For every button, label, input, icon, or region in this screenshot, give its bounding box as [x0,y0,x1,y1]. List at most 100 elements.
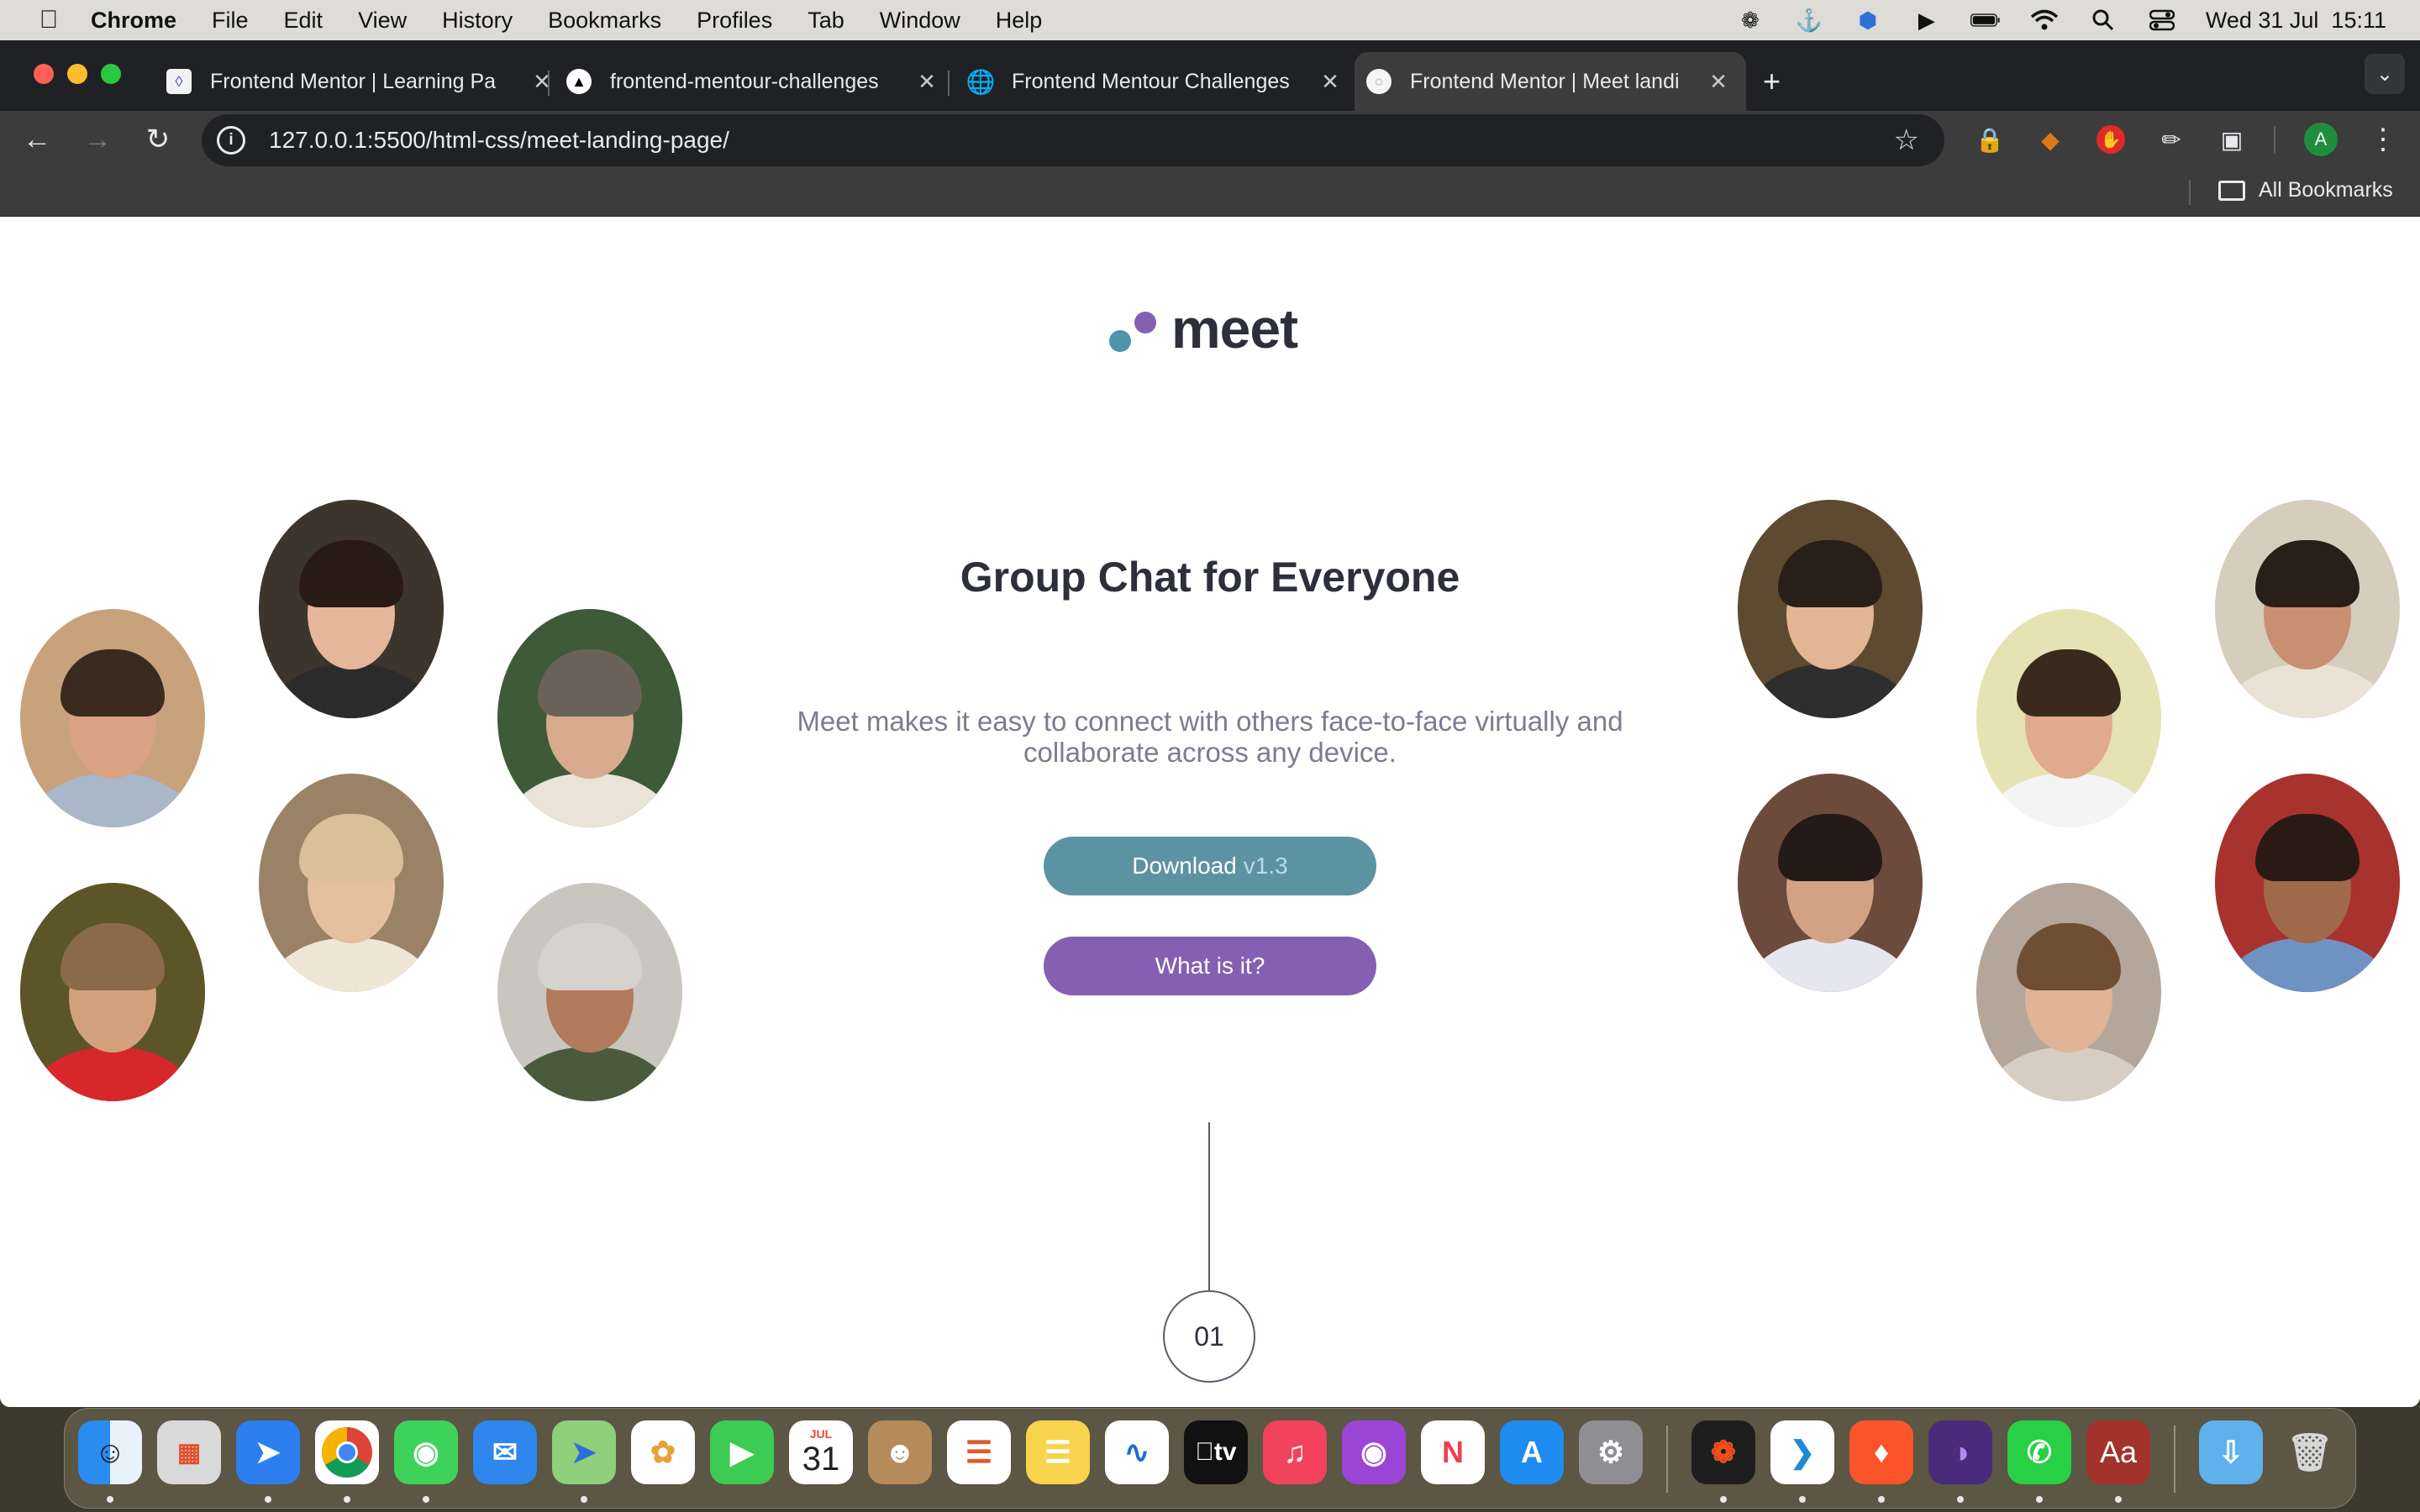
brave-icon[interactable]: ♦ [1849,1420,1913,1484]
adblock-extension-icon[interactable]: ✋ [2094,123,2128,156]
address-bar[interactable]: i 127.0.0.1:5500/html-css/meet-landing-p… [202,114,1944,166]
menu-help[interactable]: Help [996,8,1043,34]
trash-icon[interactable]: 🗑 [2278,1420,2342,1484]
downloads-folder-icon[interactable]: ⇩ [2199,1420,2263,1484]
vscode-icon[interactable]: ❯ [1770,1420,1834,1484]
facetime-icon[interactable]: ▶ [710,1420,774,1484]
close-window-button[interactable] [34,64,54,84]
apple-menu-icon[interactable]:  [32,6,66,34]
meet-logo[interactable]: meet [1107,297,1313,364]
tor-browser-icon[interactable]: ◑ [1928,1420,1992,1484]
reload-icon[interactable]: ↻ [139,121,176,158]
wifi-icon[interactable] [2029,8,2060,32]
messages-icon[interactable]: ◉ [394,1420,458,1484]
system-settings-icon[interactable]: ⚙ [1579,1420,1643,1484]
maps-icon[interactable]: ➤ [552,1420,616,1484]
close-tab-icon[interactable]: ✕ [1706,69,1731,95]
menu-edit[interactable]: Edit [284,8,324,34]
folder-icon [2218,180,2245,201]
running-indicator [1878,1496,1885,1503]
dictionary-icon[interactable]: Aa [2086,1420,2150,1484]
running-indicator [2036,1496,2043,1503]
reminders-icon[interactable]: ☰ [947,1420,1011,1484]
avatar-photo [2215,774,2400,992]
close-tab-icon[interactable]: ✕ [914,69,939,95]
menu-profiles[interactable]: Profiles [697,8,772,34]
app-store-icon[interactable]: A [1500,1420,1564,1484]
frontend-mentor-favicon: ◊ [166,69,192,94]
site-info-icon[interactable]: i [217,126,245,155]
logo-dot-purple [1134,312,1156,333]
frontend-mentor-favicon: ○ [1366,69,1392,94]
cube-status-icon[interactable]: ⬢ [1853,8,1883,33]
toolbar-separator [2274,126,2275,153]
eyedropper-extension-icon[interactable]: ✏ [2154,123,2188,156]
notes-icon[interactable]: ☰ [1026,1420,1090,1484]
close-tab-icon[interactable]: ✕ [529,69,555,95]
menu-history[interactable]: History [442,8,513,34]
finder-icon[interactable]: ☺ [78,1420,142,1484]
appletv-icon[interactable]: tv [1184,1420,1248,1484]
chrome-icon[interactable] [315,1420,379,1484]
search-icon[interactable] [2088,8,2118,32]
contacts-icon[interactable]: ☻ [868,1420,932,1484]
menu-bar:  Chrome File Edit View History Bookmark… [0,0,2420,40]
tab-frontend-mentor-learning[interactable]: ◊ Frontend Mentor | Learning Pa ✕ [166,52,555,111]
launchpad-icon[interactable]: ▦ [157,1420,221,1484]
podcasts-icon[interactable]: ◉ [1342,1420,1406,1484]
figma-status-icon[interactable]: ❁ [1735,8,1765,33]
photos-icon[interactable]: ✿ [631,1420,695,1484]
safari-icon[interactable]: ➤ [236,1420,300,1484]
tab-frontend-mentour-challenges[interactable]: 🌐 Frontend Mentour Challenges ✕ [965,52,1343,111]
avatar-photo [20,883,205,1101]
lock-extension-icon[interactable]: 🔒 [1973,123,2007,156]
whatsapp-icon[interactable]: ✆ [2007,1420,2071,1484]
tab-search-chevron-icon[interactable]: ⌄ [2365,54,2405,94]
battery-icon[interactable] [1970,8,2001,32]
tab-title: Frontend Mentor | Learning Pa [210,69,497,93]
back-arrow-icon[interactable]: ← [18,121,55,158]
running-indicator [1957,1496,1964,1503]
menu-bookmarks[interactable]: Bookmarks [548,8,661,34]
browser-toolbar: ← → ↻ i 127.0.0.1:5500/html-css/meet-lan… [0,111,2420,168]
dock-separator [1666,1425,1668,1493]
all-bookmarks-button[interactable]: All Bookmarks [2218,178,2393,202]
profile-avatar[interactable]: A [2304,123,2338,156]
menu-file[interactable]: File [212,8,249,34]
clock[interactable]: Wed 31 Jul 15:11 [2206,8,2386,34]
download-button[interactable]: Download v1.3 [1044,837,1376,895]
news-icon[interactable]: N [1421,1420,1485,1484]
running-indicator [423,1496,429,1503]
globe-favicon: 🌐 [965,68,996,95]
docker-status-icon[interactable]: ⚓ [1794,8,1824,33]
figma-icon[interactable]: ❁ [1691,1420,1755,1484]
running-indicator [581,1496,587,1503]
control-center-icon[interactable] [2147,8,2177,32]
minimize-window-button[interactable] [67,64,87,84]
url-text[interactable]: 127.0.0.1:5500/html-css/meet-landing-pag… [269,127,729,154]
tab-meet-landing[interactable]: ○ Frontend Mentor | Meet landi ✕ [1355,52,1746,111]
tab-frontend-mentour-challenges-repo[interactable]: ▲ frontend-mentour-challenges ✕ [566,52,939,111]
more-menu-icon[interactable]: ⋮ [2366,123,2400,156]
menu-app-chrome[interactable]: Chrome [91,8,176,34]
close-tab-icon[interactable]: ✕ [1318,69,1343,95]
tab-strip: ◊ Frontend Mentor | Learning Pa ✕ ▲ fron… [0,40,2420,111]
metamask-extension-icon[interactable]: ◆ [2033,123,2067,156]
calendar-icon[interactable]: JUL 31 [789,1420,853,1484]
bookmark-star-icon[interactable]: ☆ [1894,123,1919,157]
play-status-icon[interactable]: ▶ [1912,8,1942,33]
extensions-puzzle-icon[interactable]: ▣ [2215,123,2249,156]
menu-tab[interactable]: Tab [808,8,844,34]
forward-arrow-icon[interactable]: → [79,121,116,158]
what-is-it-label: What is it? [1155,953,1265,979]
new-tab-button[interactable]: + [1763,64,1781,99]
avatar-photo [497,609,682,827]
music-icon[interactable]: ♫ [1263,1420,1327,1484]
menu-view[interactable]: View [358,8,407,34]
zoom-window-button[interactable] [101,64,121,84]
freeform-icon[interactable]: ∿ [1105,1420,1169,1484]
what-is-it-button[interactable]: What is it? [1044,937,1376,995]
mail-icon[interactable]: ✉ [473,1420,537,1484]
avatar-photo [20,609,205,827]
menu-window[interactable]: Window [880,8,960,34]
